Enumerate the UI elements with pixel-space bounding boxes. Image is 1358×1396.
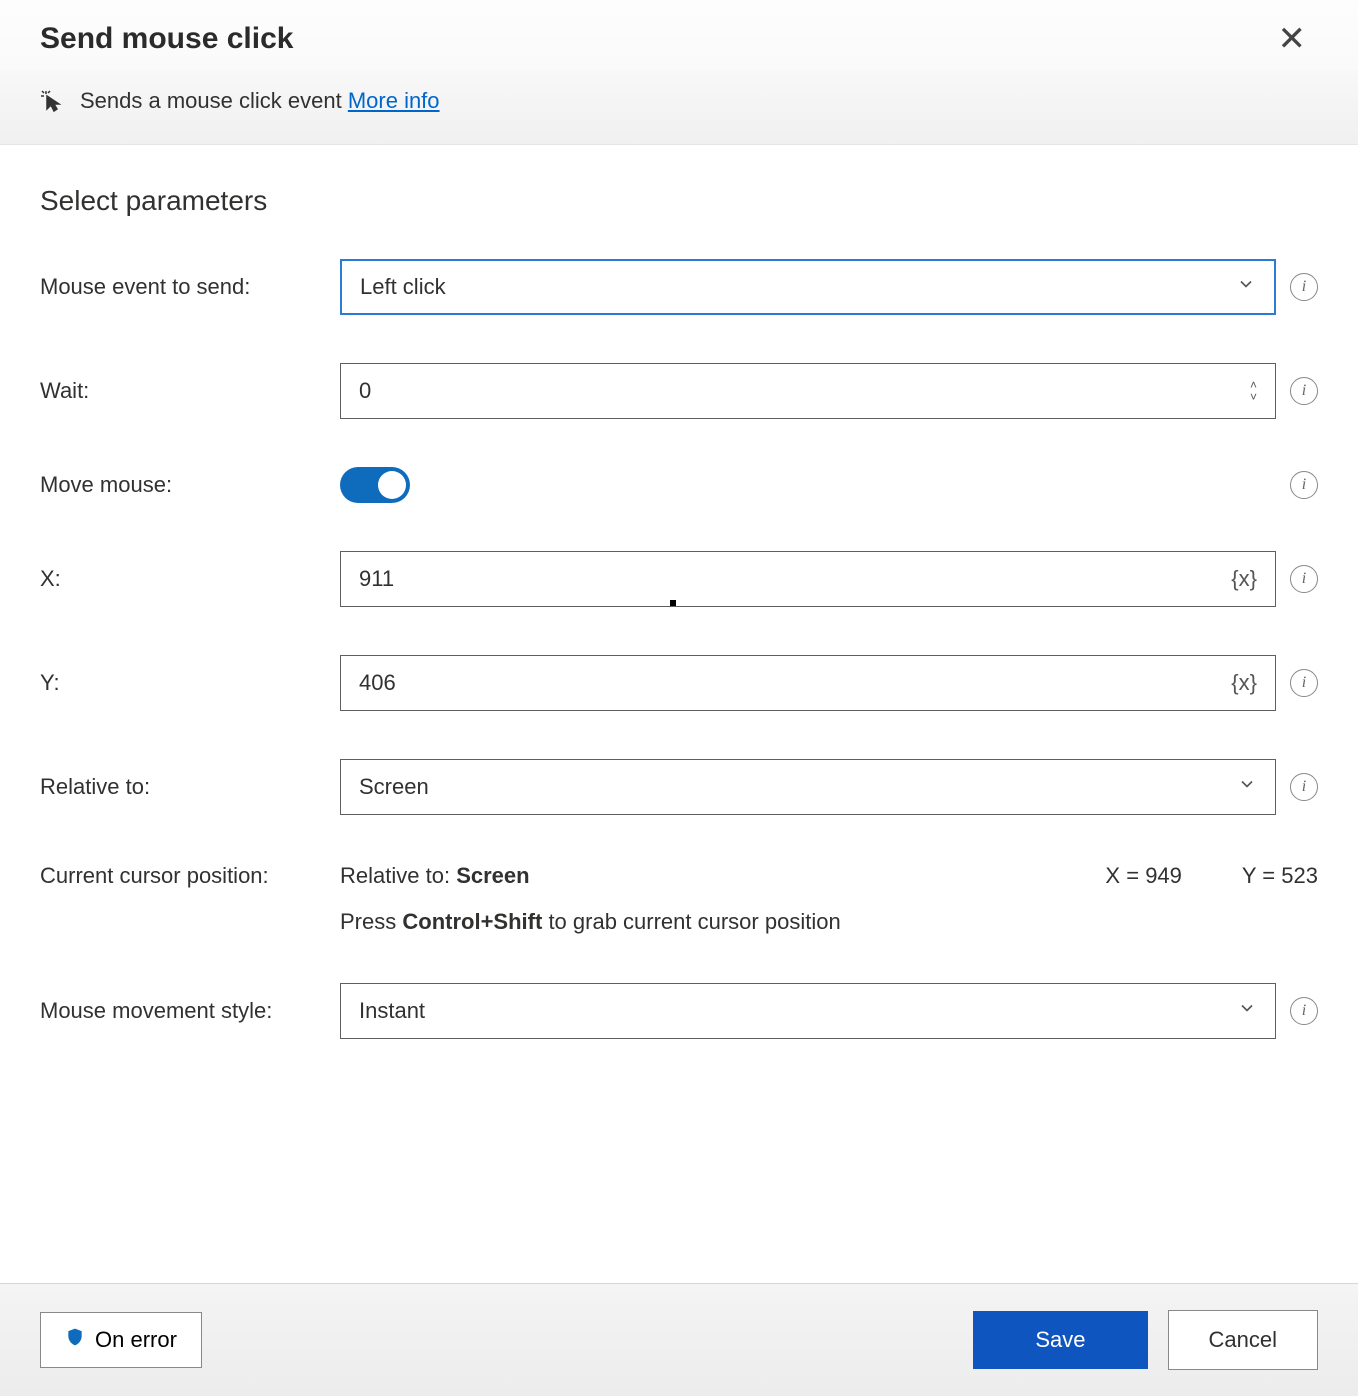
stepper-icon[interactable]: ˄ ˅ bbox=[1250, 379, 1257, 403]
x-input[interactable]: 911 {x} bbox=[340, 551, 1276, 607]
label-mouse-event: Mouse event to send: bbox=[40, 274, 340, 300]
info-icon[interactable]: i bbox=[1290, 773, 1318, 801]
label-move-mouse: Move mouse: bbox=[40, 472, 340, 498]
row-x: X: 911 {x} i bbox=[40, 551, 1318, 607]
shield-icon bbox=[65, 1327, 85, 1353]
row-cursor-position: Current cursor position: Relative to: Sc… bbox=[40, 863, 1318, 889]
row-wait: Wait: 0 ˄ ˅ i bbox=[40, 363, 1318, 419]
row-y: Y: 406 {x} i bbox=[40, 655, 1318, 711]
cursor-x: X = 949 bbox=[1105, 863, 1181, 889]
movement-style-select[interactable]: Instant bbox=[340, 983, 1276, 1039]
x-value: 911 bbox=[359, 566, 394, 592]
label-movement-style: Mouse movement style: bbox=[40, 998, 340, 1024]
chevron-down-icon bbox=[1236, 274, 1256, 300]
mouse-event-value: Left click bbox=[360, 274, 446, 300]
info-icon[interactable]: i bbox=[1290, 471, 1318, 499]
y-input[interactable]: 406 {x} bbox=[340, 655, 1276, 711]
move-mouse-toggle[interactable] bbox=[340, 467, 410, 503]
chevron-down-icon bbox=[1237, 774, 1257, 800]
cursor-click-icon bbox=[40, 89, 64, 113]
row-relative-to: Relative to: Screen i bbox=[40, 759, 1318, 815]
close-button[interactable]: ✕ bbox=[1266, 18, 1319, 60]
dialog-footer: On error Save Cancel bbox=[0, 1283, 1358, 1396]
label-relative-to: Relative to: bbox=[40, 774, 340, 800]
dialog-title: Send mouse click bbox=[40, 22, 293, 56]
save-button[interactable]: Save bbox=[973, 1311, 1147, 1369]
more-info-link[interactable]: More info bbox=[348, 88, 440, 113]
chevron-down-icon: ˅ bbox=[1250, 391, 1257, 403]
info-icon[interactable]: i bbox=[1290, 273, 1318, 301]
info-icon[interactable]: i bbox=[1290, 377, 1318, 405]
cursor-hint: Press Control+Shift to grab current curs… bbox=[340, 909, 1318, 935]
row-mouse-event: Mouse event to send: Left click i bbox=[40, 259, 1318, 315]
close-icon: ✕ bbox=[1278, 20, 1307, 58]
stray-dot bbox=[670, 600, 676, 606]
info-icon[interactable]: i bbox=[1290, 997, 1318, 1025]
chevron-down-icon bbox=[1237, 998, 1257, 1024]
section-title: Select parameters bbox=[40, 185, 1318, 217]
cursor-relative: Relative to: Screen bbox=[340, 863, 530, 889]
relative-to-select[interactable]: Screen bbox=[340, 759, 1276, 815]
y-value: 406 bbox=[359, 670, 396, 696]
send-mouse-click-dialog: Send mouse click ✕ Sends a mouse click e… bbox=[0, 0, 1358, 1396]
dialog-description: Sends a mouse click event bbox=[80, 88, 342, 113]
variable-picker-icon[interactable]: {x} bbox=[1231, 670, 1257, 696]
cursor-y: Y = 523 bbox=[1242, 863, 1318, 889]
info-icon[interactable]: i bbox=[1290, 565, 1318, 593]
wait-input[interactable]: 0 ˄ ˅ bbox=[340, 363, 1276, 419]
on-error-button[interactable]: On error bbox=[40, 1312, 202, 1368]
toggle-knob bbox=[378, 471, 406, 499]
row-move-mouse: Move mouse: i bbox=[40, 467, 1318, 503]
movement-style-value: Instant bbox=[359, 998, 425, 1024]
dialog-header: Send mouse click ✕ bbox=[0, 0, 1358, 70]
info-icon[interactable]: i bbox=[1290, 669, 1318, 697]
cancel-button[interactable]: Cancel bbox=[1168, 1310, 1318, 1370]
label-x: X: bbox=[40, 566, 340, 592]
label-cursor-position: Current cursor position: bbox=[40, 863, 340, 889]
description-bar: Sends a mouse click event More info bbox=[0, 70, 1358, 145]
relative-to-value: Screen bbox=[359, 774, 429, 800]
on-error-label: On error bbox=[95, 1327, 177, 1353]
mouse-event-select[interactable]: Left click bbox=[340, 259, 1276, 315]
variable-picker-icon[interactable]: {x} bbox=[1231, 566, 1257, 592]
dialog-body: Select parameters Mouse event to send: L… bbox=[0, 145, 1358, 1283]
label-wait: Wait: bbox=[40, 378, 340, 404]
label-y: Y: bbox=[40, 670, 340, 696]
row-movement-style: Mouse movement style: Instant i bbox=[40, 983, 1318, 1039]
wait-value: 0 bbox=[359, 378, 371, 404]
